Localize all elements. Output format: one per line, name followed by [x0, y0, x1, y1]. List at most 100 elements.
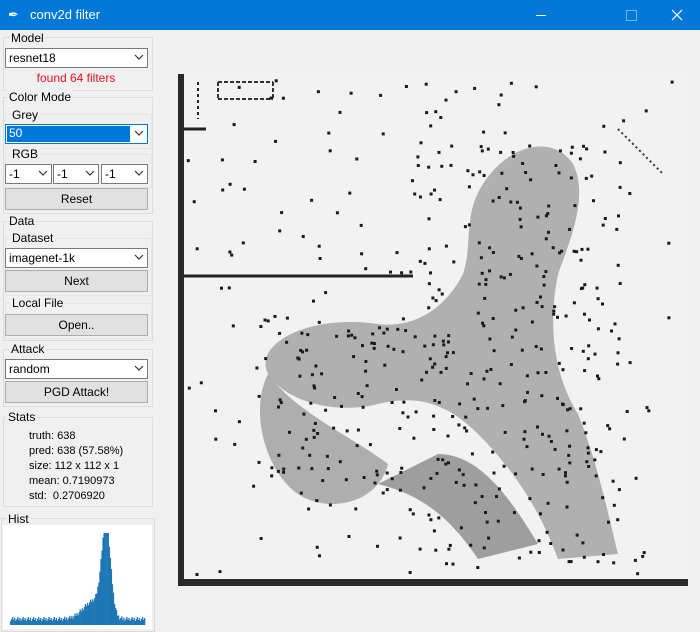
pixel-speckle [536, 425, 539, 429]
next-button[interactable]: Next [5, 270, 148, 292]
pixel-speckle [277, 453, 281, 457]
pixel-speckle [457, 423, 461, 427]
pixel-speckle [454, 90, 458, 94]
pixel-speckle [395, 388, 398, 391]
stat-mean: mean: 0.7190973 [29, 475, 115, 487]
pixel-speckle [361, 405, 365, 409]
pixel-speckle [541, 473, 545, 476]
close-button[interactable] [654, 0, 700, 30]
pixel-speckle [529, 178, 533, 182]
pixel-speckle [530, 467, 534, 471]
pixel-speckle [572, 301, 576, 305]
pixel-speckle [535, 264, 539, 268]
pixel-speckle [314, 364, 318, 368]
pixel-speckle [429, 124, 433, 128]
pixel-speckle [354, 507, 358, 511]
pixel-speckle [433, 334, 437, 338]
open-button[interactable]: Open.. [5, 314, 148, 336]
pixel-speckle [480, 495, 484, 498]
pixel-speckle [534, 85, 538, 89]
pixel-speckle [447, 340, 450, 344]
pixel-speckle [450, 144, 454, 148]
pixel-speckle [444, 462, 448, 466]
pixel-speckle [612, 503, 616, 507]
pixel-speckle [497, 487, 501, 491]
pixel-speckle [601, 223, 605, 227]
pixel-speckle [359, 223, 363, 227]
pixel-speckle [228, 250, 232, 254]
pixel-speckle [488, 269, 491, 273]
pixel-speckle [498, 382, 502, 386]
pixel-speckle [596, 374, 599, 378]
pixel-speckle [540, 305, 544, 309]
pixel-speckle [437, 150, 441, 154]
attack-select-value: random [9, 362, 50, 376]
pixel-speckle [535, 301, 539, 304]
rgb-g-select[interactable]: -1 [53, 164, 99, 184]
model-select[interactable]: resnet18 [5, 48, 148, 68]
pixel-speckle [580, 247, 584, 251]
attack-select[interactable]: random [5, 359, 148, 379]
pixel-speckle [270, 466, 274, 470]
pixel-speckle [344, 478, 348, 482]
pixel-speckle [546, 212, 550, 216]
pixel-speckle [385, 327, 389, 331]
pixel-speckle [315, 499, 319, 503]
pixel-speckle [273, 314, 277, 318]
minimize-button[interactable] [518, 0, 564, 30]
pixel-speckle [297, 466, 301, 470]
pixel-speckle [439, 370, 443, 374]
pixel-speckle [304, 437, 308, 441]
pixel-speckle [551, 246, 555, 250]
pixel-speckle [575, 533, 579, 537]
rgb-b-select[interactable]: -1 [101, 164, 148, 184]
pixel-speckle [356, 392, 360, 395]
pixel-speckle [482, 174, 486, 177]
pixel-speckle [447, 547, 451, 551]
pixel-speckle [195, 573, 199, 576]
pixel-speckle [302, 412, 306, 416]
pixel-speckle [596, 297, 600, 301]
reset-button[interactable]: Reset [5, 188, 148, 210]
pixel-speckle [395, 251, 399, 255]
pixel-speckle [499, 275, 503, 279]
grey-select[interactable]: 50 [5, 124, 148, 144]
pixel-speckle [370, 341, 374, 345]
pixel-speckle [402, 400, 406, 404]
pixel-speckle [282, 470, 286, 474]
rgb-r-select[interactable]: -1 [5, 164, 52, 184]
pixel-speckle [542, 275, 546, 278]
close-icon [671, 9, 683, 21]
pixel-speckle [186, 159, 190, 163]
pixel-speckle [449, 163, 453, 167]
pixel-speckle [670, 80, 674, 84]
pixel-speckle [324, 291, 328, 295]
pixel-speckle [518, 217, 522, 221]
pixel-speckle [503, 131, 507, 135]
pixel-speckle [429, 192, 433, 196]
pixel-speckle [232, 123, 236, 127]
pgd-attack-button[interactable]: PGD Attack! [5, 381, 148, 403]
pixel-speckle [451, 415, 455, 418]
pixel-speckle [237, 85, 241, 89]
pixel-speckle [618, 161, 622, 165]
pixel-speckle [427, 217, 431, 221]
pixel-speckle [373, 481, 377, 485]
pixel-speckle [276, 469, 280, 473]
pixel-speckle [316, 432, 320, 435]
pixel-speckle [607, 520, 610, 524]
pixel-speckle [608, 427, 612, 431]
pixel-speckle [601, 302, 604, 306]
dataset-select[interactable]: imagenet-1k [5, 248, 148, 268]
pixel-speckle [274, 139, 277, 143]
pixel-speckle [523, 399, 527, 403]
pixel-speckle [587, 465, 591, 468]
pixel-speckle [583, 312, 586, 316]
pixel-speckle [634, 476, 638, 480]
pixel-speckle [306, 333, 310, 337]
maximize-button[interactable] [608, 0, 654, 30]
pixel-speckle [561, 402, 564, 406]
pixel-speckle [317, 244, 321, 248]
rgb-label: RGB [10, 147, 41, 161]
pixel-speckle [325, 454, 329, 458]
